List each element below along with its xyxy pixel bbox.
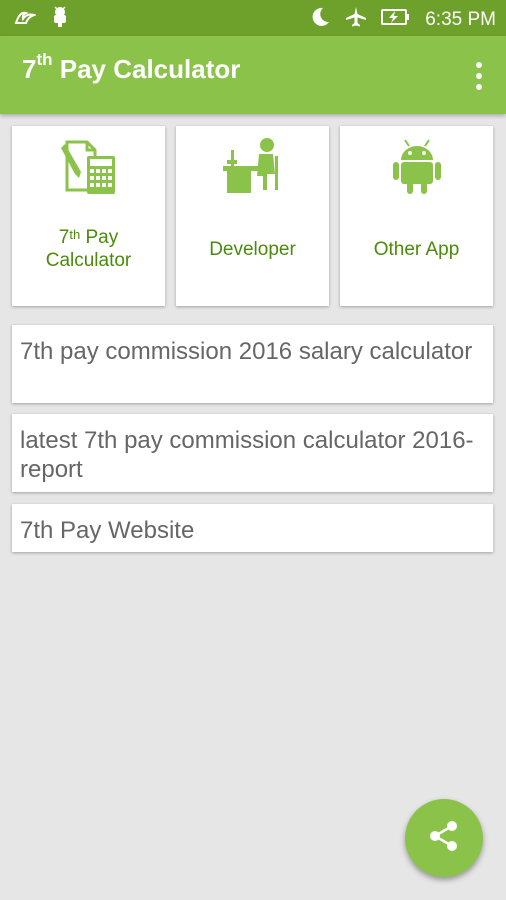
tile-label-number: 7 <box>58 227 70 248</box>
tile-label-developer: Developer <box>209 239 296 260</box>
developer-desk-icon <box>176 136 329 196</box>
app-bar: 7th Pay Calculator <box>0 36 506 114</box>
link-card-pay-website[interactable]: 7th Pay Website <box>12 504 493 552</box>
overflow-menu-icon[interactable] <box>474 62 484 90</box>
share-button[interactable] <box>405 799 483 877</box>
tile-other-app[interactable]: Other App <box>340 126 493 306</box>
app-title-number: 7 <box>22 54 37 84</box>
airplane-mode-icon <box>345 6 367 33</box>
link-card-salary-calculator[interactable]: 7th pay commission 2016 salary calculato… <box>12 325 493 403</box>
moon-icon <box>309 6 331 33</box>
android-icon <box>340 136 493 196</box>
status-bar: 6:35 PM <box>0 0 506 36</box>
status-time: 6:35 PM <box>425 8 496 30</box>
battery-charging-icon <box>381 7 411 32</box>
android-debug-icon <box>50 6 70 33</box>
app-title-text: Pay Calculator <box>52 54 241 84</box>
share-icon <box>427 819 461 858</box>
tile-label-line2: Calculator <box>45 250 132 271</box>
tile-7th-pay-calculator[interactable]: 7th Pay Calculator <box>12 126 165 306</box>
tile-label-suffix: th <box>69 227 81 242</box>
app-title: 7th Pay Calculator <box>22 50 241 85</box>
tile-label-other-app: Other App <box>373 239 460 260</box>
calculator-document-icon <box>12 136 165 196</box>
app-title-suffix: th <box>36 50 53 69</box>
tile-label-line1: Pay <box>80 227 119 248</box>
tiles-row: 7th Pay Calculator Developer Other App <box>12 126 494 306</box>
link-card-calculator-report[interactable]: latest 7th pay commission calculator 201… <box>12 414 493 492</box>
tile-developer[interactable]: Developer <box>176 126 329 306</box>
tile-label-7th-pay-calculator: 7th Pay Calculator <box>12 226 165 272</box>
bird-notification-icon <box>14 7 38 32</box>
